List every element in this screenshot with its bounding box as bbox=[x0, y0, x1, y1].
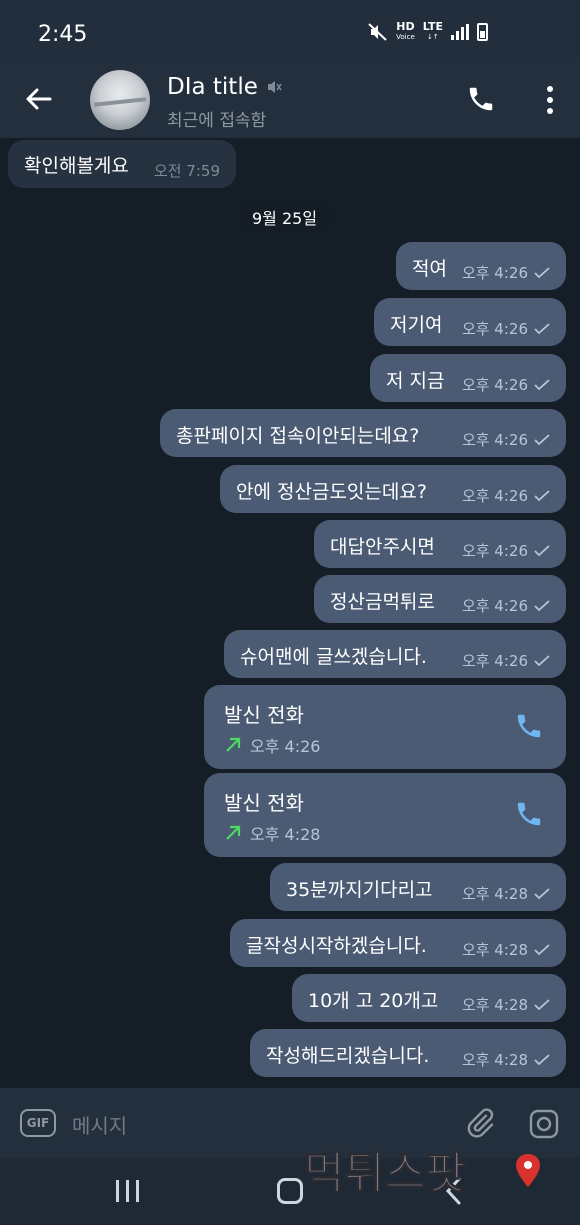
message-outgoing[interactable]: 글작성시작하겠습니다. 오후 4:28 bbox=[230, 919, 566, 967]
message-meta: 오후 4:26 bbox=[462, 262, 550, 283]
message-incoming[interactable]: 확인해볼게요 오전 7:59 bbox=[8, 140, 236, 188]
call-label: 발신 전화 bbox=[224, 703, 304, 727]
message-text: 작성해드리겠습니다. bbox=[266, 1045, 430, 1067]
message-meta: 오후 4:26 bbox=[462, 318, 550, 339]
check-icon bbox=[534, 943, 550, 955]
message-meta: 오후 4:26 bbox=[462, 429, 550, 450]
outgoing-arrow-icon bbox=[226, 825, 241, 840]
message-meta: 오후 4:26 bbox=[462, 374, 550, 395]
check-icon bbox=[534, 998, 550, 1010]
message-input[interactable]: 메시지 bbox=[72, 1110, 127, 1139]
status-time: 2:45 bbox=[38, 22, 88, 47]
call-label: 발신 전화 bbox=[224, 791, 304, 815]
message-outgoing[interactable]: 대답안주시면 오후 4:26 bbox=[314, 520, 566, 568]
call-meta: 오후 4:28 bbox=[224, 821, 320, 845]
back-arrow-icon[interactable] bbox=[22, 82, 56, 116]
message-text: 대답안주시면 bbox=[330, 536, 435, 558]
message-outgoing[interactable]: 35분까지기다리고 오후 4:28 bbox=[270, 863, 566, 911]
check-icon bbox=[534, 322, 550, 334]
message-text: 안에 정산금도잇는데요? bbox=[236, 481, 427, 503]
chat-title[interactable]: DIa title bbox=[167, 74, 282, 100]
check-icon bbox=[534, 266, 550, 278]
message-text: 10개 고 20개고 bbox=[308, 990, 439, 1012]
message-outgoing[interactable]: 슈어맨에 글쓰겠습니다. 오후 4:26 bbox=[224, 630, 566, 678]
call-back-phone-icon[interactable] bbox=[514, 711, 544, 741]
outgoing-arrow-icon bbox=[226, 737, 241, 752]
message-meta: 오후 4:26 bbox=[462, 540, 550, 561]
call-back-phone-icon[interactable] bbox=[514, 799, 544, 829]
hd-voice-icon: HD Voice bbox=[396, 20, 415, 41]
message-list[interactable]: 확인해볼게요 오전 7:59 9월 25일 적여 오후 4:26 저기여 오후 … bbox=[0, 138, 580, 1088]
outgoing-call-message[interactable]: 발신 전화 오후 4:28 bbox=[204, 773, 566, 857]
avatar[interactable] bbox=[90, 70, 150, 130]
message-outgoing[interactable]: 10개 고 20개고 오후 4:28 bbox=[292, 974, 566, 1022]
chat-header: DIa title 최근에 접속함 bbox=[0, 62, 580, 138]
message-meta: 오후 4:28 bbox=[462, 883, 550, 904]
message-time: 오전 7:59 bbox=[153, 162, 220, 180]
chat-title-text: DIa title bbox=[167, 74, 258, 100]
check-icon bbox=[534, 433, 550, 445]
attach-icon[interactable] bbox=[464, 1106, 496, 1140]
watermark-text: 먹튀스팟 bbox=[304, 1148, 466, 1199]
recents-button[interactable] bbox=[116, 1180, 139, 1202]
message-text: 저 지금 bbox=[386, 370, 445, 392]
message-meta: 오후 4:28 bbox=[462, 1049, 550, 1070]
more-vertical-icon[interactable] bbox=[546, 86, 554, 114]
message-text: 35분까지기다리고 bbox=[286, 879, 433, 901]
message-outgoing[interactable]: 정산금먹튀로 오후 4:26 bbox=[314, 575, 566, 623]
message-outgoing[interactable]: 총판페이지 접속이안되는데요? 오후 4:26 bbox=[160, 409, 566, 457]
message-meta: 오후 4:26 bbox=[462, 595, 550, 616]
check-icon bbox=[534, 544, 550, 556]
message-outgoing[interactable]: 작성해드리겠습니다. 오후 4:28 bbox=[250, 1029, 566, 1077]
battery-icon bbox=[477, 23, 488, 41]
date-separator: 9월 25일 bbox=[238, 200, 332, 234]
signal-icon bbox=[451, 24, 469, 40]
message-meta: 오후 4:28 bbox=[462, 994, 550, 1015]
mute-icon bbox=[267, 81, 282, 93]
status-bar: 2:45 HD Voice LTE ↓↑ bbox=[0, 0, 580, 62]
check-icon bbox=[534, 599, 550, 611]
message-text: 글작성시작하겠습니다. bbox=[246, 935, 427, 957]
outgoing-call-message[interactable]: 발신 전화 오후 4:26 bbox=[204, 685, 566, 769]
check-icon bbox=[534, 489, 550, 501]
call-meta: 오후 4:26 bbox=[224, 733, 320, 757]
message-meta: 오후 4:26 bbox=[462, 650, 550, 671]
message-outgoing[interactable]: 저기여 오후 4:26 bbox=[374, 298, 566, 346]
phone-icon[interactable] bbox=[466, 84, 496, 114]
message-text: 정산금먹튀로 bbox=[330, 591, 435, 613]
check-icon bbox=[534, 887, 550, 899]
message-text: 확인해볼게요 bbox=[24, 155, 129, 177]
message-outgoing[interactable]: 안에 정산금도잇는데요? 오후 4:26 bbox=[220, 465, 566, 513]
message-outgoing[interactable]: 적여 오후 4:26 bbox=[396, 242, 566, 290]
message-outgoing[interactable]: 저 지금 오후 4:26 bbox=[370, 354, 566, 402]
camera-icon[interactable] bbox=[528, 1108, 560, 1140]
watermark-logo: 먹튀스팟 bbox=[304, 1148, 540, 1200]
gif-icon[interactable]: GIF bbox=[20, 1109, 56, 1137]
check-icon bbox=[534, 1053, 550, 1065]
message-text: 적여 bbox=[412, 258, 447, 280]
message-meta: 오전 7:59 bbox=[154, 160, 220, 181]
status-icons: HD Voice LTE ↓↑ bbox=[368, 20, 488, 42]
check-icon bbox=[534, 378, 550, 390]
mute-status-icon bbox=[368, 23, 387, 41]
message-text: 총판페이지 접속이안되는데요? bbox=[176, 425, 420, 447]
message-text: 저기여 bbox=[390, 314, 443, 336]
message-text: 슈어맨에 글쓰겠습니다. bbox=[240, 646, 427, 668]
lte-icon: LTE ↓↑ bbox=[422, 20, 443, 41]
last-seen-status: 최근에 접속함 bbox=[167, 111, 267, 131]
message-meta: 오후 4:28 bbox=[462, 939, 550, 960]
message-meta: 오후 4:26 bbox=[462, 485, 550, 506]
check-icon bbox=[534, 654, 550, 666]
